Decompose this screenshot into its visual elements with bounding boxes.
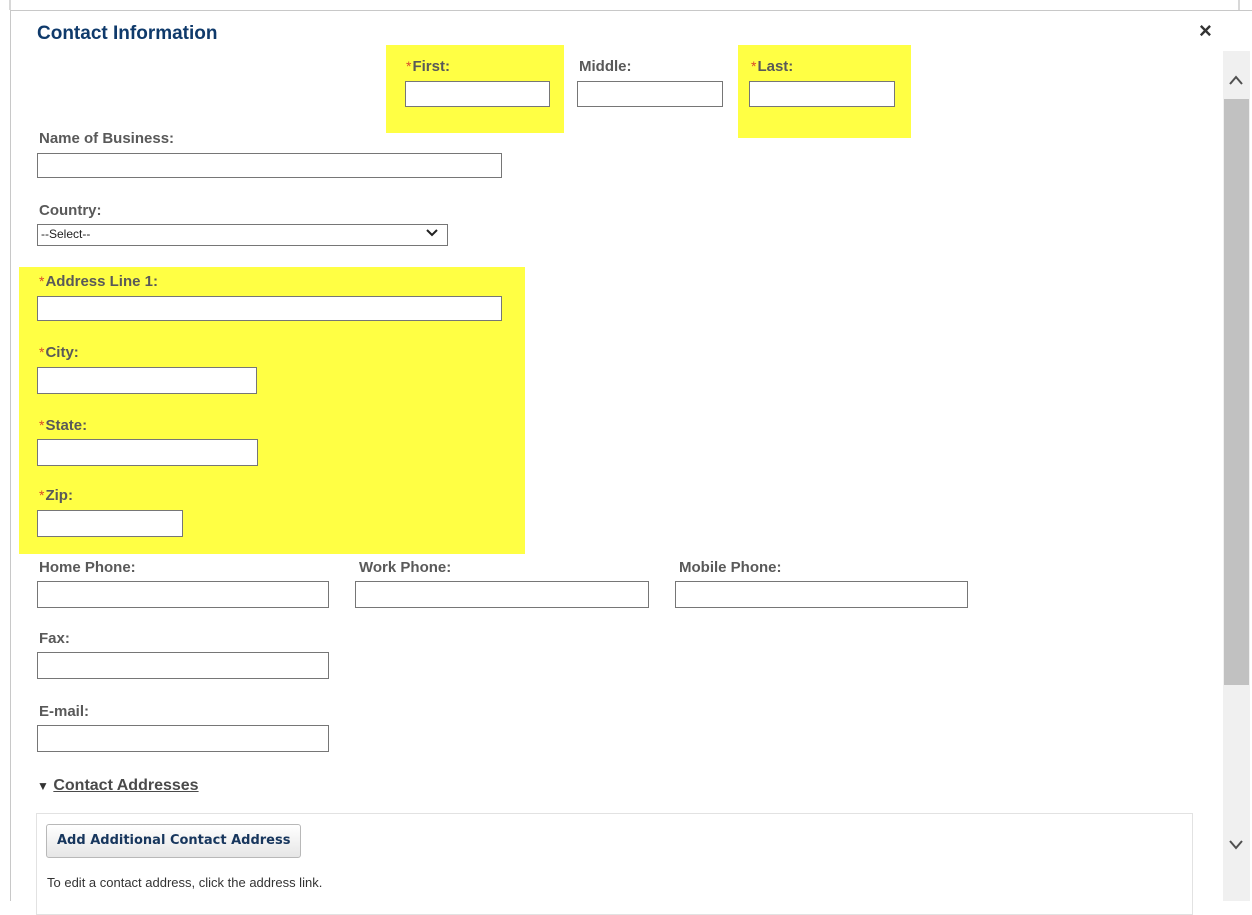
address-line1-label-text: Address Line 1: <box>45 273 158 290</box>
email-input[interactable] <box>37 725 329 752</box>
zip-input[interactable] <box>37 510 183 537</box>
middle-name-label: Middle: <box>579 58 632 75</box>
zip-label-text: Zip: <box>45 487 73 504</box>
middle-name-input[interactable] <box>577 81 723 107</box>
add-contact-address-button[interactable]: Add Additional Contact Address <box>46 824 302 858</box>
required-marker: * <box>39 487 45 503</box>
fax-input[interactable] <box>37 652 329 679</box>
email-label: E-mail: <box>39 703 90 720</box>
required-marker: * <box>39 273 45 289</box>
contact-addresses-link[interactable]: Contact Addresses <box>53 777 198 794</box>
scrollbar-thumb[interactable] <box>1224 99 1249 685</box>
fax-label: Fax: <box>39 630 70 647</box>
mobile-phone-label: Mobile Phone: <box>679 559 782 576</box>
required-marker: * <box>39 344 45 360</box>
state-input[interactable] <box>37 439 258 466</box>
frame-divider <box>9 0 11 10</box>
frame-divider <box>1238 0 1240 10</box>
home-phone-label: Home Phone: <box>39 559 136 576</box>
background-frame <box>0 0 1252 10</box>
country-select[interactable]: --Select-- <box>37 224 448 246</box>
last-name-input[interactable] <box>749 81 895 107</box>
home-phone-input[interactable] <box>37 581 329 608</box>
required-marker: * <box>39 417 45 433</box>
caret-down-icon: ▼ <box>37 779 49 793</box>
address-line1-label: *Address Line 1: <box>39 273 158 290</box>
city-label-text: City: <box>45 344 79 361</box>
work-phone-label: Work Phone: <box>359 559 452 576</box>
scroll-down-icon[interactable] <box>1225 837 1247 855</box>
country-selected-value: --Select-- <box>41 227 91 241</box>
business-name-label: Name of Business: <box>39 130 175 147</box>
last-name-label-text: Last: <box>757 58 794 75</box>
contact-addresses-toggle[interactable]: ▼ Contact Addresses <box>37 777 199 795</box>
country-label: Country: <box>39 202 102 219</box>
state-label-text: State: <box>45 417 88 434</box>
business-name-input[interactable] <box>37 153 502 178</box>
first-name-label: *First: <box>406 58 450 75</box>
contact-information-dialog: Contact Information × *First: Middle: *L… <box>10 10 1252 915</box>
required-marker: * <box>751 58 757 74</box>
dialog-title: Contact Information <box>37 23 218 44</box>
close-icon[interactable]: × <box>1199 19 1212 43</box>
first-name-label-text: First: <box>412 58 450 75</box>
last-name-label: *Last: <box>751 58 793 75</box>
state-label: *State: <box>39 417 87 434</box>
chevron-down-icon <box>425 226 439 243</box>
first-name-input[interactable] <box>405 81 550 107</box>
city-input[interactable] <box>37 367 257 394</box>
zip-label: *Zip: <box>39 487 73 504</box>
work-phone-input[interactable] <box>355 581 649 608</box>
address-line1-input[interactable] <box>37 296 502 321</box>
required-marker: * <box>406 58 412 74</box>
edit-address-hint: To edit a contact address, click the add… <box>47 875 323 890</box>
scroll-up-icon[interactable] <box>1225 73 1247 91</box>
city-label: *City: <box>39 344 79 361</box>
mobile-phone-input[interactable] <box>675 581 968 608</box>
